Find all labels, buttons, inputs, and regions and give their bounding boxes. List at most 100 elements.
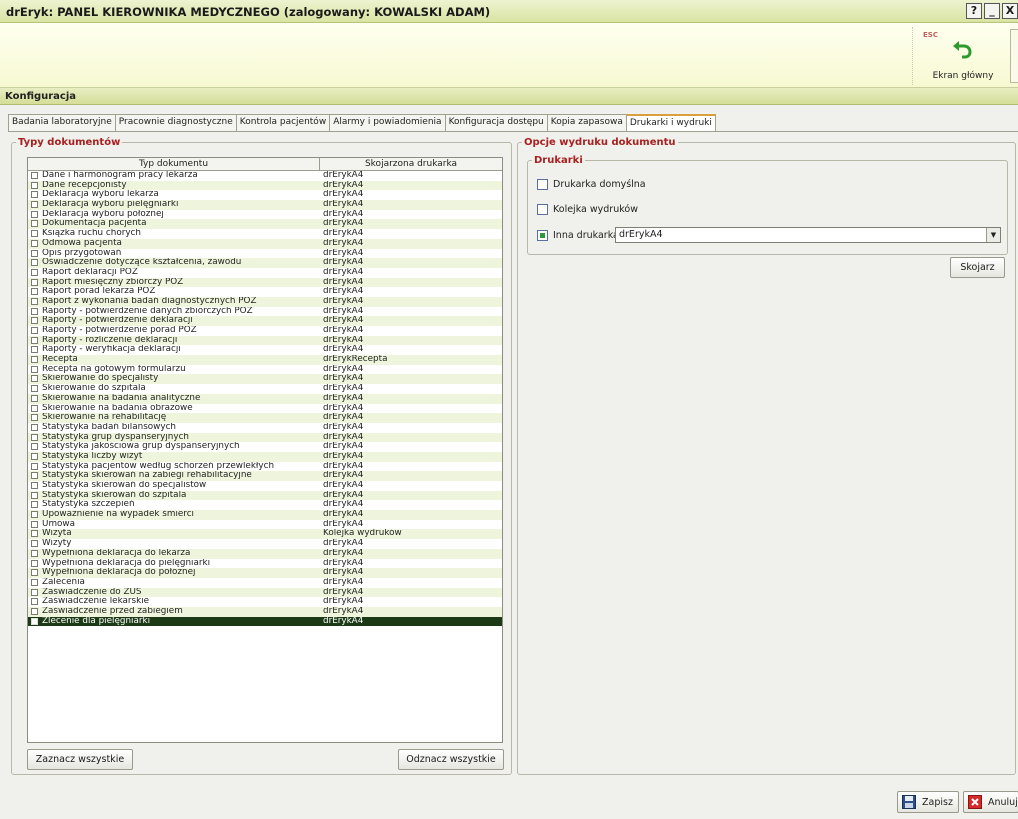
row-checkbox[interactable] <box>31 578 38 586</box>
minimize-button[interactable]: _ <box>984 3 1000 19</box>
row-checkbox[interactable] <box>31 288 38 296</box>
table-row[interactable]: Skierowanie na rehabilitację drErykA4 <box>28 413 502 423</box>
table-row[interactable]: Upoważnienie na wypadek śmierci drErykA4 <box>28 510 502 520</box>
row-checkbox[interactable] <box>31 336 38 344</box>
table-row[interactable]: Statystyka badań bilansowych drErykA4 <box>28 423 502 433</box>
table-row[interactable]: Wypełniona deklaracja do pielęgniarki drE… <box>28 559 502 569</box>
row-checkbox[interactable] <box>31 191 38 199</box>
table-row[interactable]: Dokumentacja pacjenta drErykA4 <box>28 219 502 230</box>
row-checkbox[interactable] <box>31 375 38 383</box>
assign-button[interactable]: Skojarz <box>950 257 1005 278</box>
row-checkbox[interactable] <box>31 530 38 538</box>
table-row[interactable]: Statystyka szczepień drErykA4 <box>28 500 502 510</box>
table-row[interactable]: Statystyka skierowań na zabiegi rehabili… <box>28 471 502 481</box>
table-row[interactable]: Recepta drErykRecepta <box>28 355 502 365</box>
row-checkbox[interactable] <box>31 278 38 286</box>
close-button[interactable]: X <box>1002 3 1018 19</box>
table-row[interactable]: Raport porad lekarza POZ drErykA4 <box>28 287 502 297</box>
row-checkbox[interactable] <box>31 317 38 325</box>
row-checkbox[interactable] <box>31 230 38 238</box>
table-row[interactable]: Statystyka skierowań do szpitala drErykA4 <box>28 490 502 501</box>
row-checkbox[interactable] <box>31 356 38 364</box>
row-checkbox[interactable] <box>31 452 38 460</box>
save-button[interactable]: Zapisz <box>897 791 959 813</box>
row-checkbox[interactable] <box>31 433 38 441</box>
chevron-down-icon[interactable]: ▼ <box>986 228 1000 242</box>
tab-patient-control[interactable]: Kontrola pacjentów <box>235 114 331 131</box>
table-row[interactable]: Dane i harmonogram pracy lekarza drErykA4 <box>28 171 502 181</box>
table-row[interactable]: Odmowa pacjenta drErykA4 <box>28 238 502 249</box>
row-checkbox[interactable] <box>31 511 38 519</box>
table-row[interactable]: Statystyka grup dyspanseryjnych drErykA4 <box>28 432 502 443</box>
table-row[interactable]: Raporty - potwierdzenie porad POZ drErykA… <box>28 326 502 336</box>
table-row[interactable]: Wizyta Kolejka wydruków <box>28 529 502 540</box>
row-checkbox[interactable] <box>31 327 38 334</box>
tab-printers[interactable]: Drukarki i wydruki <box>625 114 716 132</box>
column-header-printer[interactable]: Skojarzona drukarka <box>320 158 502 170</box>
row-checkbox[interactable] <box>31 462 38 470</box>
home-screen-button[interactable]: ESC Ekran główny <box>912 27 1008 85</box>
table-row[interactable]: Raporty - potwierdzenie deklaracji drEryk… <box>28 316 502 326</box>
row-checkbox[interactable] <box>31 346 38 354</box>
table-row[interactable]: Skierowanie do specjalisty drErykA4 <box>28 374 502 385</box>
table-row[interactable]: Książka ruchu chorych drErykA4 <box>28 229 502 239</box>
row-checkbox[interactable] <box>31 549 38 557</box>
row-checkbox[interactable] <box>31 482 38 489</box>
row-checkbox[interactable] <box>31 559 38 567</box>
row-checkbox[interactable] <box>31 201 38 209</box>
table-row[interactable]: Statystyka liczby wizyt drErykA4 <box>28 451 502 462</box>
print-queue-checkbox[interactable] <box>537 203 548 215</box>
help-button[interactable]: ? <box>966 3 982 19</box>
table-row[interactable]: Skierowanie na badania analityczne drEryk… <box>28 393 502 404</box>
row-checkbox[interactable] <box>31 414 38 422</box>
table-row[interactable]: Deklaracja wyboru położnej drErykA4 <box>28 210 502 220</box>
table-row[interactable]: Zaświadczenie do ZUS drErykA4 <box>28 587 502 598</box>
deselect-all-button[interactable]: Odznacz wszystkie <box>398 749 504 770</box>
row-checkbox[interactable] <box>31 297 38 305</box>
table-row[interactable]: Wypełniona deklaracja do lekarza drErykA4 <box>28 548 502 559</box>
tab-backup[interactable]: Kopia zapasowa <box>546 114 627 131</box>
row-checkbox[interactable] <box>31 181 38 189</box>
table-row[interactable]: Statystyka skierowań do specjalistów drEr… <box>28 481 502 491</box>
row-checkbox[interactable] <box>31 220 38 228</box>
cancel-button[interactable]: Anuluj <box>963 791 1018 813</box>
row-checkbox[interactable] <box>31 385 38 393</box>
table-row[interactable]: Raport z wykonania badań diagnostycznych… <box>28 296 502 307</box>
table-row[interactable]: Raporty - rozliczenie deklaracji drErykA4 <box>28 335 502 346</box>
table-row[interactable]: Skierowanie na badania obrazowe drErykA4 <box>28 404 502 414</box>
table-row[interactable]: Zaświadczenie lekarskie drErykA4 <box>28 597 502 607</box>
table-row[interactable]: Statystyka jakościowa grup dyspanseryjny… <box>28 442 502 452</box>
default-printer-option[interactable]: Drukarka domyślna <box>537 177 646 191</box>
table-row[interactable]: Raport deklaracji POZ drErykA4 <box>28 268 502 278</box>
printer-select[interactable]: drErykA4 ▼ <box>615 227 1001 243</box>
table-row[interactable]: Recepta na gotowym formularzu drErykA4 <box>28 365 502 375</box>
table-row[interactable]: Opis przygotowań drErykA4 <box>28 249 502 259</box>
table-row[interactable]: Zlecenie dla pielęgniarki drErykA4 <box>28 616 502 627</box>
table-row[interactable]: Zaświadczenie przed zabiegiem drErykA4 <box>28 606 502 617</box>
tab-diagnostic-labs[interactable]: Pracownie diagnostyczne <box>114 114 237 131</box>
tab-lab-tests[interactable]: Badania laboratoryjne <box>8 114 116 131</box>
default-printer-checkbox[interactable] <box>537 178 548 190</box>
row-checkbox[interactable] <box>31 394 38 402</box>
table-row[interactable]: Raport miesięczny zbiorczy POZ drErykA4 <box>28 277 502 288</box>
table-row[interactable]: Statystyka pacjentów według schorzeń prz… <box>28 462 502 472</box>
column-header-document-type[interactable]: Typ dokumentu <box>28 158 320 170</box>
row-checkbox[interactable] <box>31 268 38 276</box>
tab-access-config[interactable]: Konfiguracja dostępu <box>444 114 548 131</box>
row-checkbox[interactable] <box>31 598 38 606</box>
row-checkbox[interactable] <box>31 210 38 218</box>
row-checkbox[interactable] <box>31 607 38 615</box>
row-checkbox[interactable] <box>31 404 38 412</box>
row-checkbox[interactable] <box>31 501 38 509</box>
table-row[interactable]: Oświadczenie dotyczące kształcenia, zawo… <box>28 258 502 268</box>
table-row[interactable]: Skierowanie do szpitala drErykA4 <box>28 384 502 394</box>
table-row[interactable]: Umowa drErykA4 <box>28 520 502 530</box>
table-row[interactable]: Wizyty drErykA4 <box>28 539 502 549</box>
row-checkbox[interactable] <box>31 491 38 499</box>
table-row[interactable]: Raporty - potwierdzenie danych zbiorczyc… <box>28 307 502 317</box>
table-row[interactable]: Raporty - weryfikacja deklaracji drErykA4 <box>28 345 502 355</box>
row-checkbox[interactable] <box>31 239 38 247</box>
tab-alarms[interactable]: Alarmy i powiadomienia <box>329 114 446 131</box>
row-checkbox[interactable] <box>31 172 38 179</box>
row-checkbox[interactable] <box>31 472 38 480</box>
